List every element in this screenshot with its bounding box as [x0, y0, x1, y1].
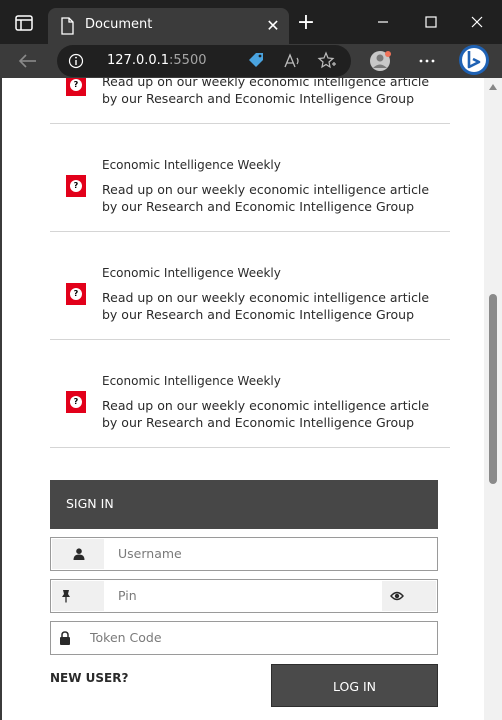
token-code-placeholder: Token Code — [90, 630, 162, 645]
news-badge-icon: ? — [66, 391, 86, 413]
username-field[interactable]: Username — [50, 537, 438, 571]
url-port: :5500 — [169, 53, 207, 68]
vertical-scrollbar[interactable] — [484, 78, 502, 720]
site-info-icon[interactable] — [68, 53, 84, 69]
window-border — [0, 78, 2, 720]
document-icon — [61, 17, 74, 35]
toggle-visibility-button[interactable] — [382, 581, 436, 611]
browser-toolbar: 127.0.0.1:5500 — [0, 44, 502, 78]
tab-close-icon[interactable]: ✕ — [264, 17, 282, 35]
scroll-up-arrow-icon[interactable] — [489, 84, 497, 90]
more-options-icon[interactable] — [417, 51, 437, 71]
news-badge-icon: ? — [66, 78, 86, 96]
profile-avatar-icon[interactable] — [369, 49, 393, 73]
news-description: Read up on our weekly economic intellige… — [102, 182, 430, 214]
token-code-field[interactable]: Token Code — [50, 621, 438, 655]
news-item[interactable]: ? Read up on our weekly economic intelli… — [50, 78, 450, 124]
close-window-icon[interactable] — [466, 12, 488, 32]
tag-icon[interactable] — [246, 51, 266, 71]
lock-icon — [60, 631, 70, 645]
news-description: Read up on our weekly economic intellige… — [102, 290, 430, 322]
news-badge-icon: ? — [66, 175, 86, 197]
pin-addon — [52, 581, 104, 611]
eye-icon — [390, 591, 404, 601]
news-item[interactable]: Economic Intelligence Weekly ? Read up o… — [50, 340, 450, 448]
maximize-icon[interactable] — [420, 12, 442, 32]
news-item[interactable]: Economic Intelligence Weekly ? Read up o… — [50, 232, 450, 340]
signin-header: SIGN IN — [50, 480, 438, 529]
browser-title-bar: Document ✕ + — [0, 0, 502, 44]
pin-field[interactable]: Pin — [50, 579, 438, 613]
login-button[interactable]: LOG IN — [271, 664, 438, 707]
address-bar[interactable]: 127.0.0.1:5500 — [57, 45, 351, 77]
news-item[interactable]: Economic Intelligence Weekly ? Read up o… — [50, 124, 450, 232]
news-title: Economic Intelligence Weekly — [102, 374, 281, 388]
news-description: Read up on our weekly economic intellige… — [102, 398, 430, 430]
news-badge-icon: ? — [66, 283, 86, 305]
user-icon — [73, 548, 85, 560]
minimize-icon[interactable] — [372, 12, 394, 32]
browser-tab[interactable]: Document ✕ — [48, 8, 289, 44]
news-title: Economic Intelligence Weekly — [102, 266, 281, 280]
tab-title: Document — [85, 17, 153, 32]
read-aloud-icon[interactable] — [282, 51, 302, 71]
scrollbar-thumb[interactable] — [489, 294, 497, 484]
new-tab-button[interactable]: + — [296, 12, 316, 34]
login-button-label: LOG IN — [332, 679, 377, 694]
url-text: 127.0.0.1:5500 — [107, 52, 207, 70]
signin-title: SIGN IN — [66, 496, 114, 511]
pin-placeholder: Pin — [118, 588, 137, 603]
news-title: Economic Intelligence Weekly — [102, 158, 281, 172]
username-addon — [52, 539, 104, 569]
tab-actions-icon[interactable] — [14, 14, 36, 32]
bing-copilot-icon[interactable] — [458, 43, 490, 77]
username-placeholder: Username — [118, 546, 182, 561]
pushpin-icon — [62, 590, 70, 603]
favorites-star-icon[interactable] — [317, 51, 337, 71]
new-user-link[interactable]: NEW USER? — [50, 671, 128, 685]
url-host: 127.0.0.1 — [107, 53, 170, 68]
news-description: Read up on our weekly economic intellige… — [102, 78, 430, 106]
back-arrow-icon[interactable] — [16, 52, 40, 70]
page-content: ? Read up on our weekly economic intelli… — [0, 78, 484, 720]
